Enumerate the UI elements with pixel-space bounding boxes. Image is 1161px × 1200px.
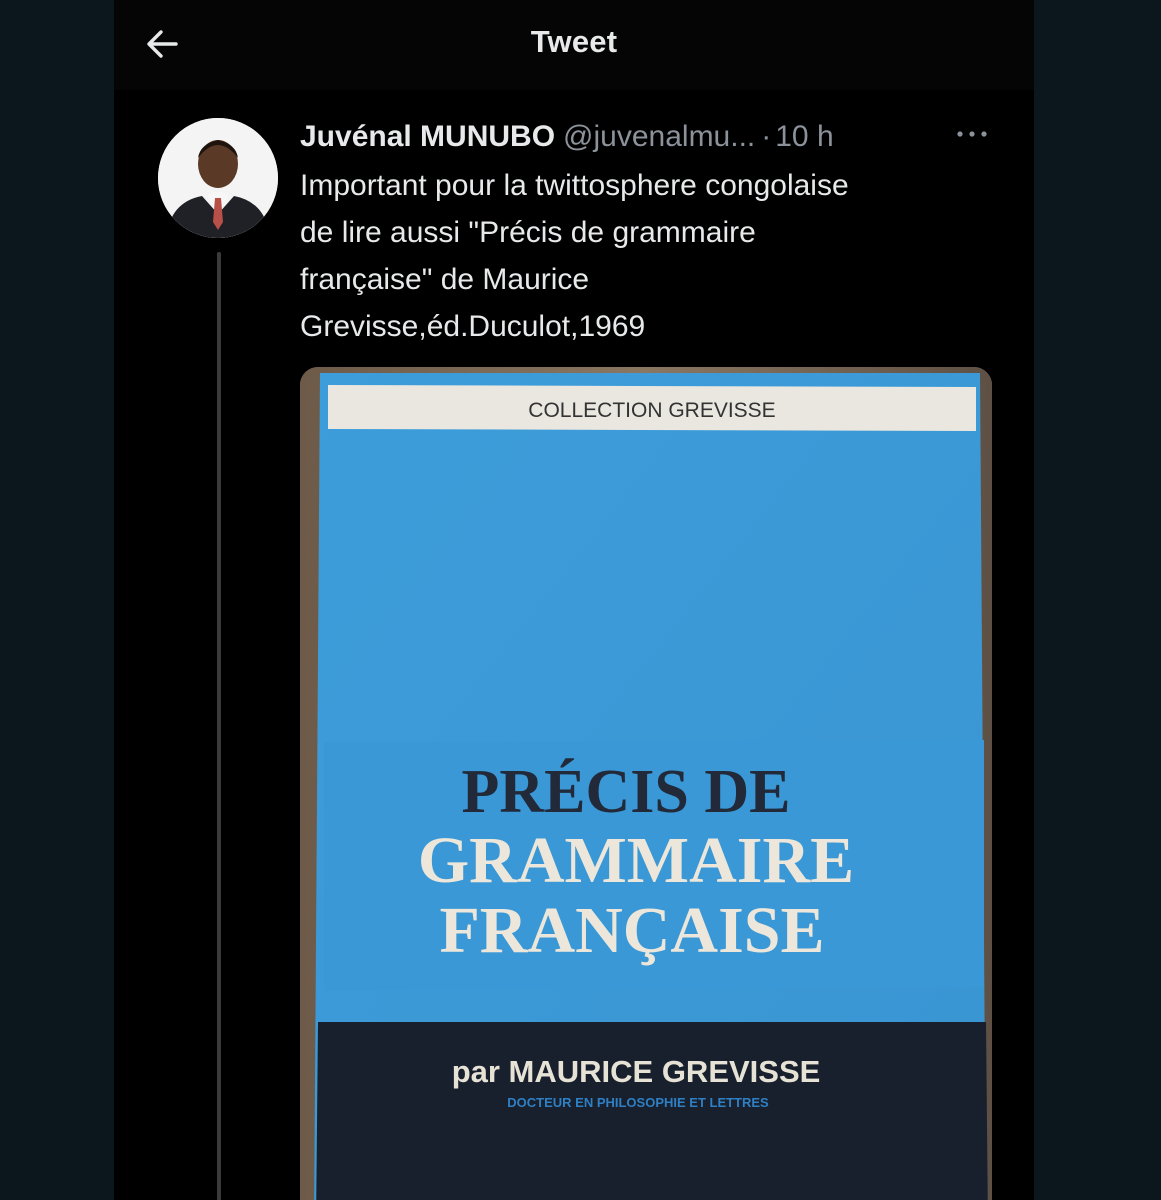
tweet-text-line: Important pour la twittosphere congolais… bbox=[300, 169, 849, 202]
book-collection-label: COLLECTION GREVISSE bbox=[528, 399, 775, 422]
book-subtitle: DOCTEUR EN PHILOSOPHIE ET LETTRES bbox=[507, 1095, 769, 1110]
book-cover-photo: COLLECTION GREVISSE PRÉCIS DE GRAMMAIRE … bbox=[300, 367, 992, 1200]
more-horizontal-icon bbox=[957, 131, 987, 137]
tweet-text-line: française" de Maurice bbox=[300, 263, 590, 296]
tweet-detail-view: Tweet Juvénal MUNUBO @juvenalmu... · 10 … bbox=[114, 0, 1034, 1200]
profile-photo bbox=[158, 118, 278, 238]
author-handle[interactable]: @juvenalmu... bbox=[563, 120, 755, 154]
book-author: par MAURICE GREVISSE bbox=[452, 1054, 821, 1089]
page-title: Tweet bbox=[530, 24, 618, 59]
tweet-media-photo[interactable]: COLLECTION GREVISSE PRÉCIS DE GRAMMAIRE … bbox=[300, 367, 992, 1200]
avatar[interactable] bbox=[158, 118, 278, 238]
top-bar: Tweet bbox=[114, 0, 1034, 90]
tweet-text-line: de lire aussi "Précis de grammaire bbox=[300, 216, 756, 249]
thread-connector-line bbox=[217, 252, 221, 1200]
more-options-button[interactable] bbox=[952, 116, 992, 152]
tweet-text: Important pour la twittosphere congolais… bbox=[300, 162, 1000, 350]
author-name[interactable]: Juvénal MUNUBO bbox=[300, 120, 555, 154]
book-title-line-1: PRÉCIS DE bbox=[461, 758, 790, 826]
tweet-timestamp[interactable]: 10 h bbox=[775, 120, 833, 154]
tweet-text-line: Grevisse,éd.Duculot,1969 bbox=[300, 310, 646, 343]
tweet-header: Juvénal MUNUBO @juvenalmu... · 10 h bbox=[300, 115, 1000, 159]
book-title-line-3: FRANÇAISE bbox=[439, 894, 824, 967]
book-title-line-2: GRAMMAIRE bbox=[418, 824, 854, 897]
separator-dot: · bbox=[761, 120, 772, 153]
